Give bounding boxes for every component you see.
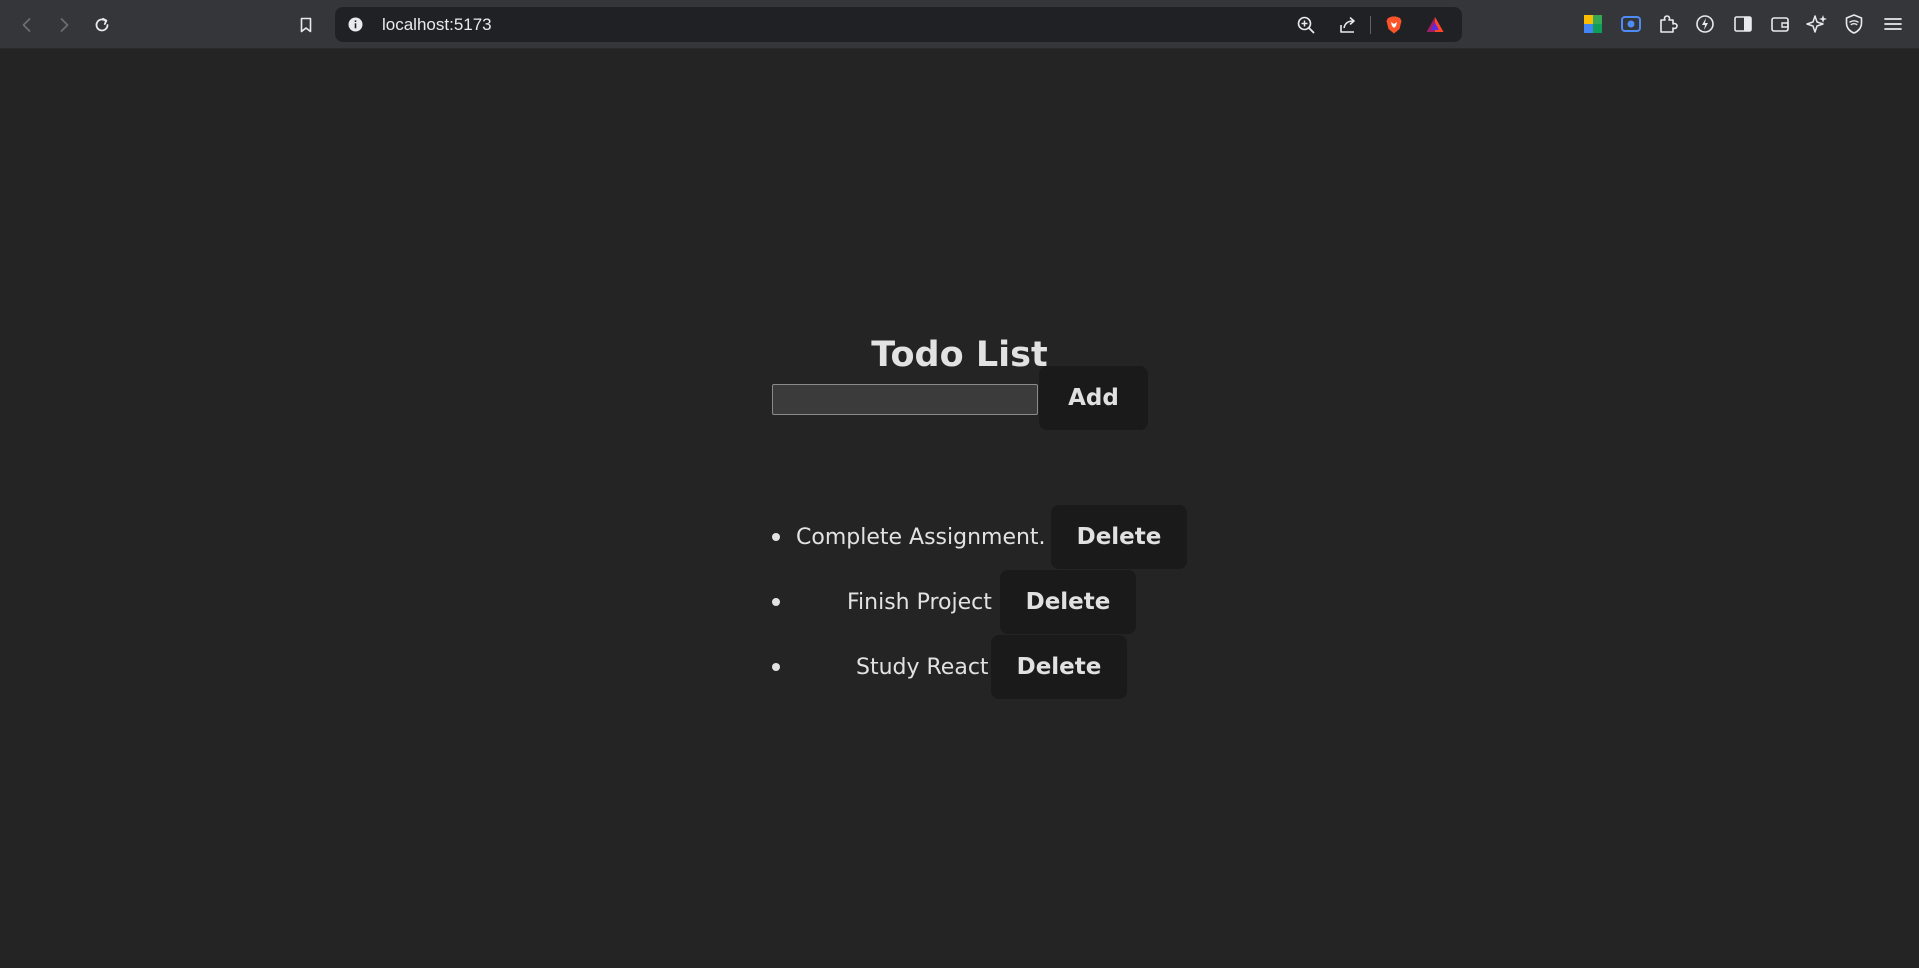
url-text[interactable]: localhost:5173 xyxy=(382,7,492,42)
browser-toolbar: localhost:5173 xyxy=(0,0,1919,49)
delete-button[interactable]: Delete xyxy=(991,635,1127,699)
leo-ai-icon[interactable] xyxy=(1806,13,1828,35)
bookmark-icon[interactable] xyxy=(293,12,319,38)
vpn-shield-icon[interactable] xyxy=(1843,13,1865,35)
sheets-extension-icon[interactable] xyxy=(1582,13,1604,35)
extensions-puzzle-icon[interactable] xyxy=(1657,13,1679,35)
list-bullet xyxy=(772,663,780,671)
add-button[interactable]: Add xyxy=(1039,366,1148,430)
todo-text: Complete Assignment. xyxy=(796,525,1046,550)
menu-icon[interactable] xyxy=(1882,13,1904,35)
zoom-icon[interactable] xyxy=(1296,15,1316,35)
list-bullet xyxy=(772,533,780,541)
site-info-icon[interactable] xyxy=(348,17,363,32)
todo-text: Finish Project xyxy=(847,590,992,615)
delete-button[interactable]: Delete xyxy=(1051,505,1187,569)
app-root: Todo List xyxy=(0,49,1919,968)
share-icon[interactable] xyxy=(1338,15,1358,35)
brave-rewards-icon[interactable] xyxy=(1425,15,1445,35)
page-title: Todo List xyxy=(871,335,1048,375)
forward-icon[interactable] xyxy=(51,12,77,38)
todo-input[interactable] xyxy=(772,384,1038,415)
todo-text: Study React xyxy=(856,655,989,680)
wallet-icon[interactable] xyxy=(1769,13,1791,35)
address-bar[interactable]: localhost:5173 xyxy=(335,7,1462,42)
brave-shields-icon[interactable] xyxy=(1384,15,1404,35)
reload-icon[interactable] xyxy=(89,12,115,38)
screen-capture-extension-icon[interactable] xyxy=(1620,13,1642,35)
sidebar-icon[interactable] xyxy=(1732,13,1754,35)
address-separator xyxy=(1370,16,1371,34)
list-bullet xyxy=(772,598,780,606)
leo-extension-icon[interactable] xyxy=(1694,13,1716,35)
delete-button[interactable]: Delete xyxy=(1000,570,1136,634)
back-icon[interactable] xyxy=(14,12,40,38)
